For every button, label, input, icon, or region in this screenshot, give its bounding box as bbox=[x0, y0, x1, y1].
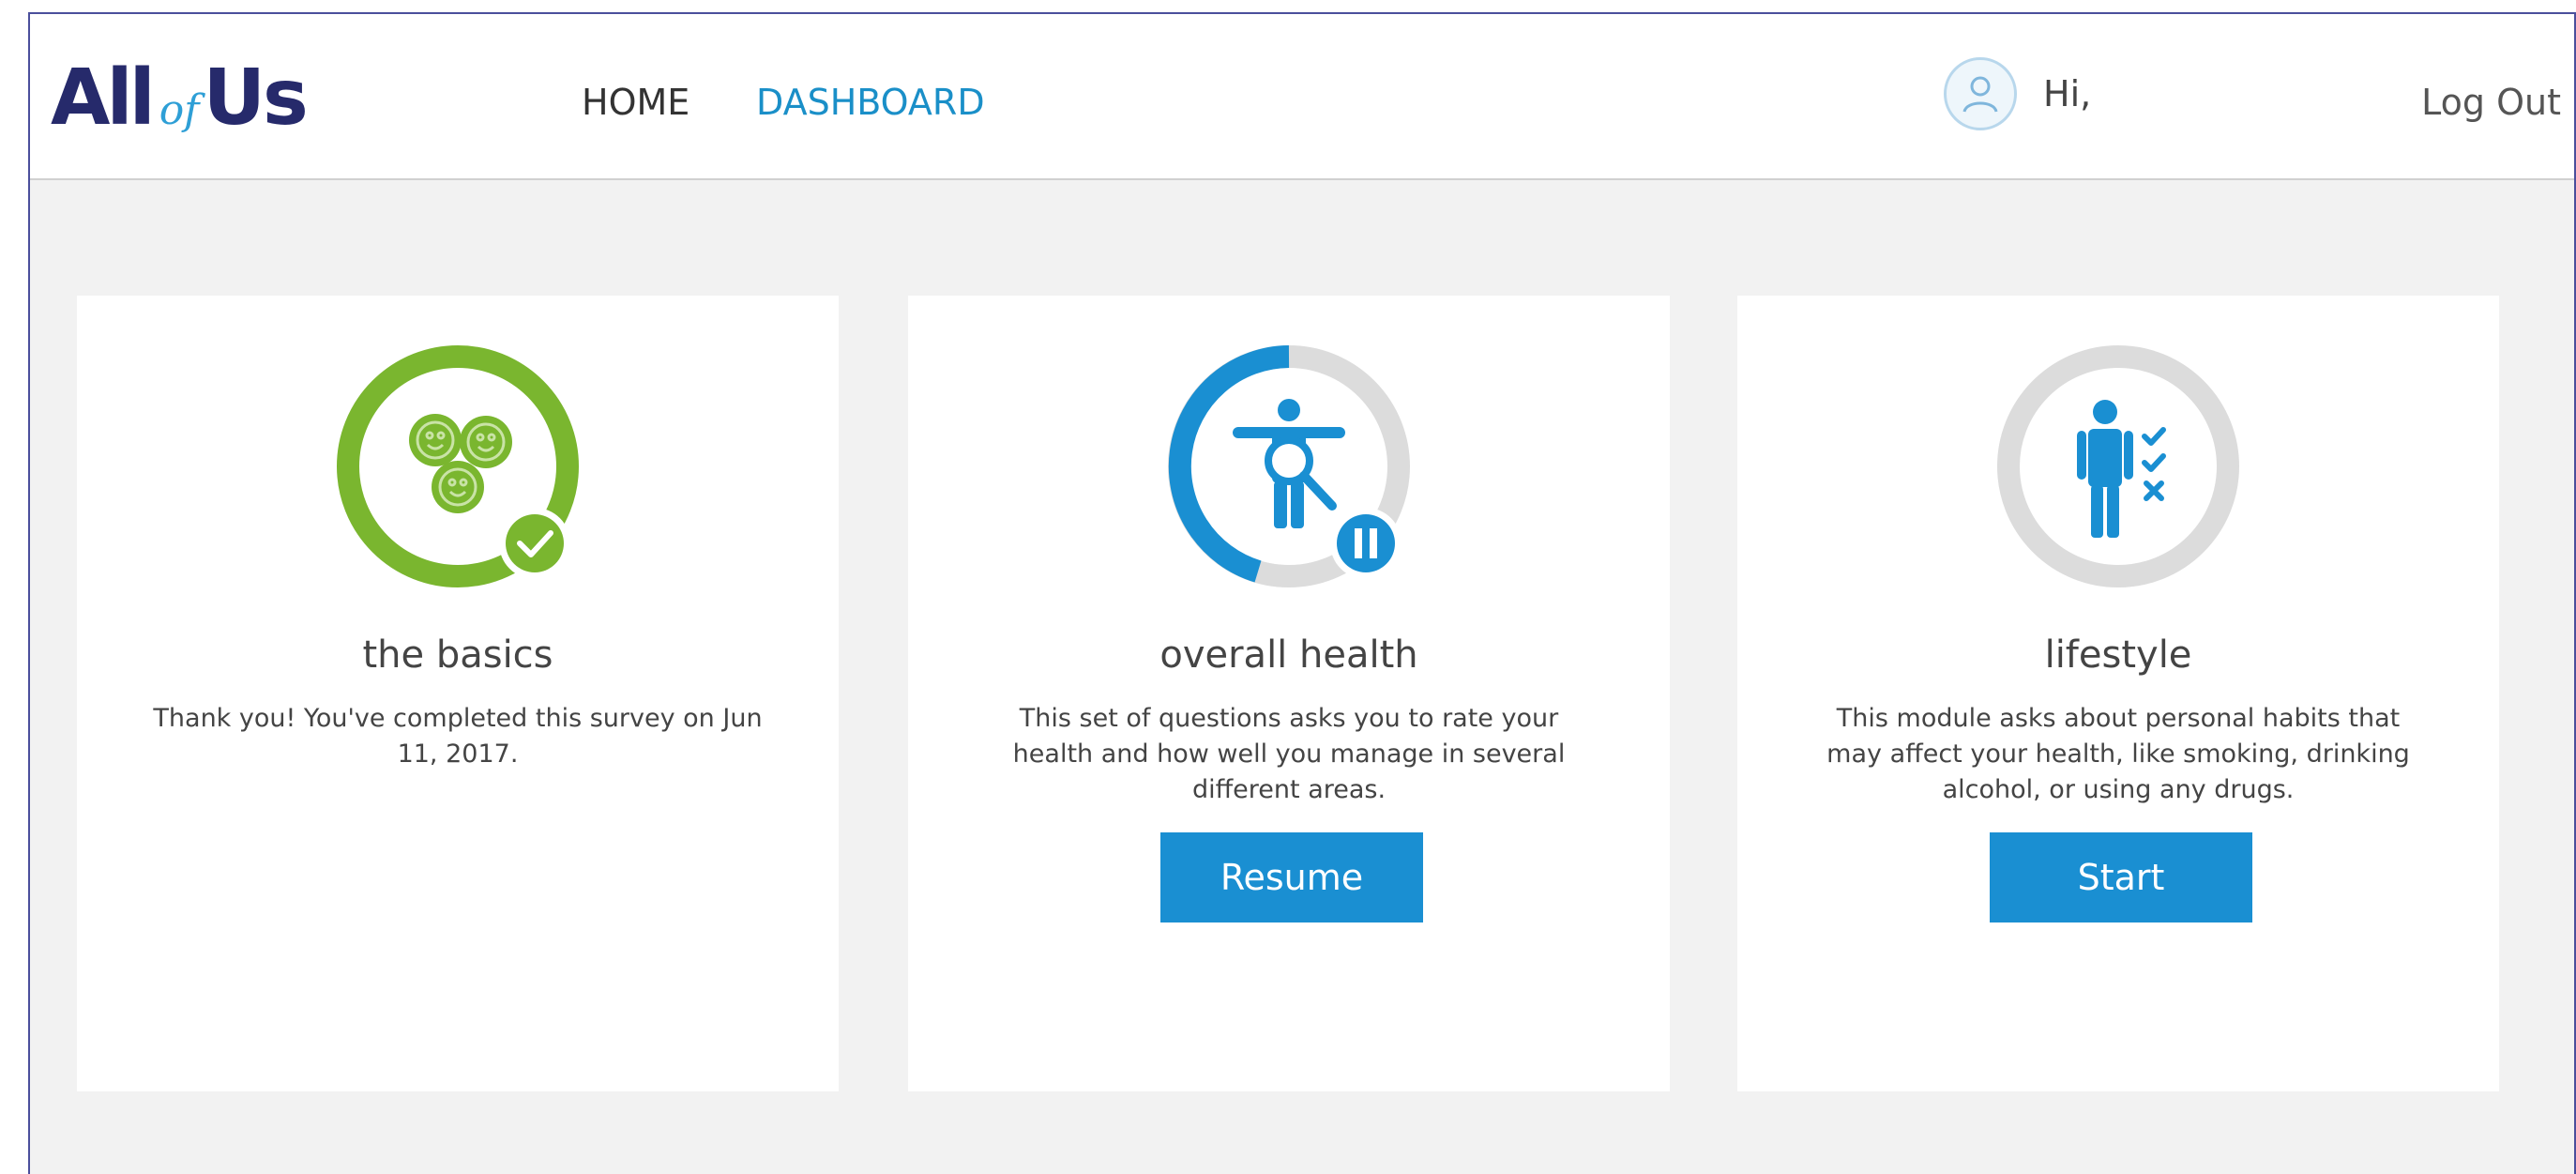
all-of-us-logo[interactable]: All of Us bbox=[51, 53, 309, 143]
nav-dashboard-link[interactable]: DASHBOARD bbox=[756, 82, 985, 123]
app-window: All of Us HOME DASHBOARD Hi, Log Out the… bbox=[28, 12, 2576, 1174]
survey-title: overall health bbox=[1159, 633, 1418, 677]
smiley-faces-icon bbox=[337, 345, 579, 587]
start-button[interactable]: Start bbox=[1990, 832, 2252, 922]
survey-title: lifestyle bbox=[2044, 633, 2192, 677]
person-magnifier-icon bbox=[1168, 345, 1410, 587]
survey-card-the-basics: the basics Thank you! You've completed t… bbox=[77, 296, 839, 1091]
logo-text-of: of bbox=[159, 86, 200, 134]
survey-title: the basics bbox=[362, 633, 553, 677]
progress-ring bbox=[1996, 344, 2240, 588]
avatar[interactable] bbox=[1944, 57, 2017, 130]
survey-description: This module asks about personal habits t… bbox=[1826, 704, 2410, 804]
person-checklist-icon bbox=[1997, 345, 2239, 587]
resume-button[interactable]: Resume bbox=[1160, 832, 1423, 922]
check-icon bbox=[499, 508, 570, 579]
nav-home-link[interactable]: HOME bbox=[582, 82, 689, 123]
progress-ring bbox=[336, 344, 580, 588]
survey-description: Thank you! You've completed this survey … bbox=[153, 704, 763, 769]
survey-description: This set of questions asks you to rate y… bbox=[1012, 704, 1566, 804]
greeting-text: Hi, bbox=[2043, 73, 2092, 114]
logo-text-us: Us bbox=[203, 53, 308, 143]
survey-card-lifestyle: lifestyle This module asks about persona… bbox=[1737, 296, 2499, 1091]
logo-text-all: All bbox=[51, 53, 156, 143]
pause-icon bbox=[1330, 508, 1402, 579]
logout-link[interactable]: Log Out bbox=[2421, 82, 2561, 123]
progress-ring bbox=[1167, 344, 1411, 588]
top-nav-bar: All of Us HOME DASHBOARD Hi, Log Out bbox=[30, 14, 2574, 180]
user-greeting: Hi, bbox=[1944, 57, 2091, 130]
survey-card-overall-health: overall health This set of questions ask… bbox=[908, 296, 1670, 1091]
user-icon bbox=[1962, 76, 1998, 113]
